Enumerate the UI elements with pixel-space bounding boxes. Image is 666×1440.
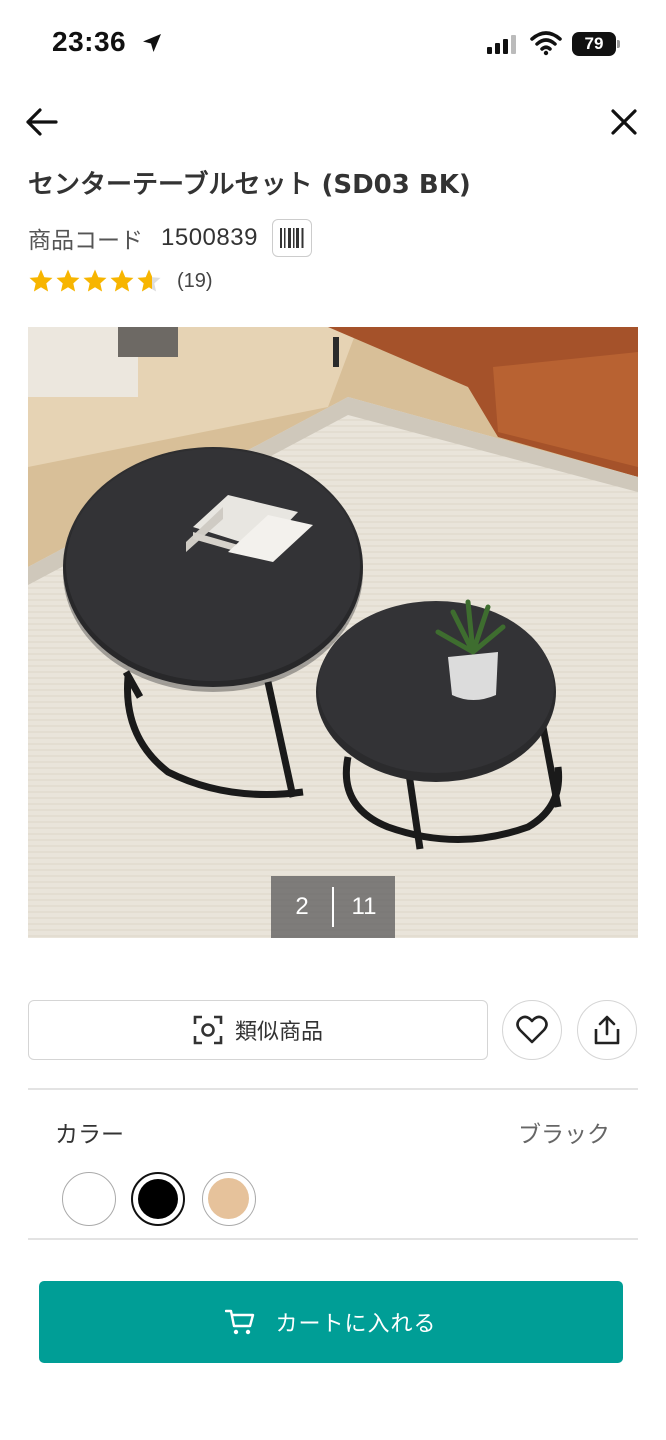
color-label: カラー (55, 1122, 124, 1148)
similar-products-label: 類似商品 (234, 1020, 323, 1045)
share-button[interactable] (577, 1000, 637, 1060)
share-icon (594, 1015, 620, 1045)
heart-icon (516, 1015, 548, 1044)
status-time: 23:36 (52, 26, 127, 57)
add-to-cart-label: カートに入れる (275, 1312, 437, 1337)
product-image-carousel[interactable]: 2 11 (28, 327, 638, 938)
back-arrow-icon[interactable] (22, 102, 62, 142)
product-title: センターテーブルセット (SD03 BK) (28, 170, 471, 200)
image-counter-total: 11 (351, 893, 377, 920)
product-photo (28, 327, 638, 938)
image-search-icon (193, 1015, 223, 1045)
similar-products-button[interactable]: 類似商品 (28, 1000, 488, 1060)
color-swatch-black[interactable] (131, 1172, 185, 1226)
status-bar: 23:36 79 (0, 0, 666, 90)
favorite-button[interactable] (502, 1000, 562, 1060)
battery-level: 79 (572, 32, 616, 56)
battery-cap (617, 40, 620, 48)
rating-row[interactable]: (19) (28, 266, 213, 296)
color-swatch-beige[interactable] (202, 1172, 256, 1226)
image-counter: 2 11 (271, 876, 395, 938)
barcode-icon (279, 228, 304, 248)
color-swatch-white[interactable] (62, 1172, 116, 1226)
close-icon[interactable] (606, 104, 642, 140)
wifi-icon (530, 31, 562, 56)
swatch-fill (138, 1179, 178, 1219)
product-code-value: 1500839 (161, 224, 258, 251)
half-star-icon (137, 269, 161, 292)
image-counter-current: 2 (295, 893, 309, 920)
barcode-button[interactable] (271, 219, 312, 257)
location-arrow-icon (143, 34, 161, 52)
product-code-label: 商品コード (28, 228, 143, 254)
selected-color-name: ブラック (518, 1122, 610, 1148)
divider (28, 1238, 638, 1240)
divider (28, 1088, 638, 1090)
cellular-signal-icon (487, 35, 516, 54)
battery-indicator: 79 (572, 32, 620, 56)
star-icon (110, 269, 134, 292)
star-rating (28, 268, 163, 294)
swatch-fill (208, 1178, 249, 1219)
add-to-cart-button[interactable]: カートに入れる (39, 1281, 623, 1363)
star-icon (29, 269, 53, 292)
star-icon (56, 269, 80, 292)
cart-icon (225, 1309, 255, 1335)
star-icon (83, 269, 107, 292)
product-code-row: 商品コード 1500839 (28, 219, 312, 257)
review-count: (19) (177, 269, 213, 292)
